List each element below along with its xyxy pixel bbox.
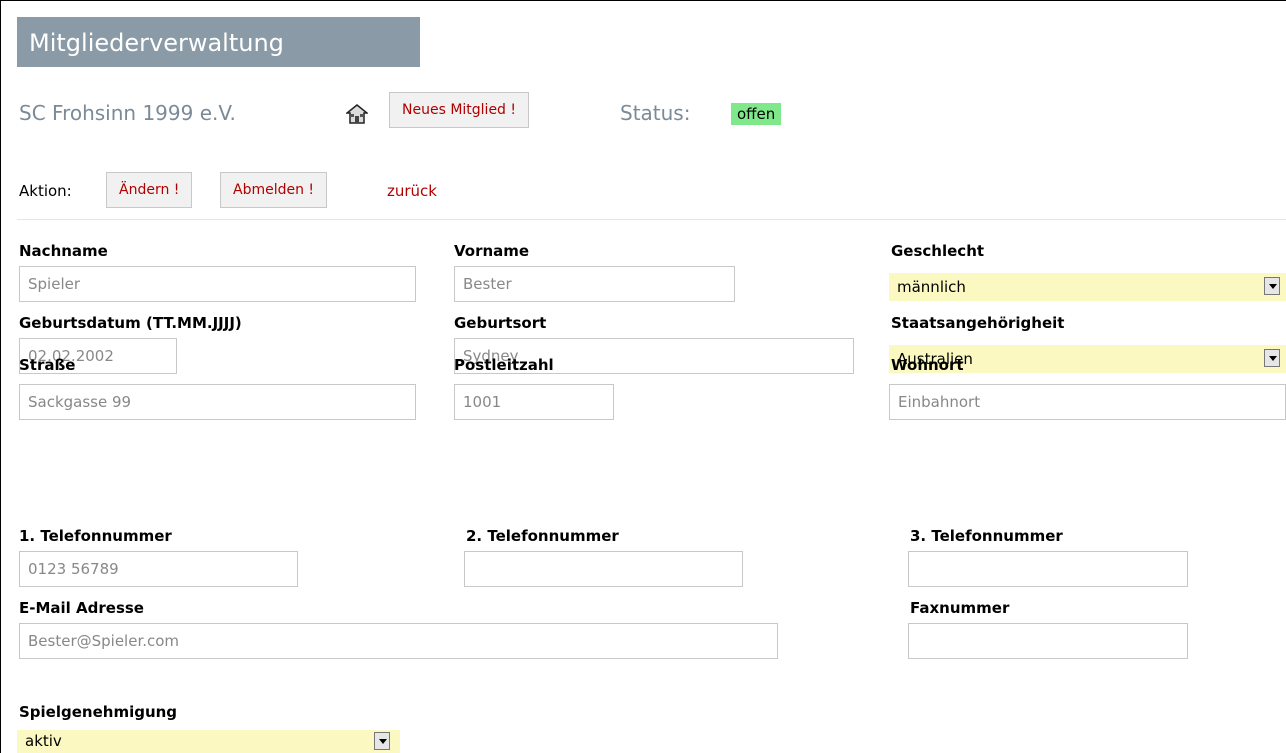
- vorname-input[interactable]: Bester: [454, 266, 735, 302]
- plz-input[interactable]: 1001: [454, 384, 614, 420]
- spielgenehmigung-select[interactable]: aktiv: [17, 730, 400, 753]
- strasse-input[interactable]: Sackgasse 99: [19, 384, 416, 420]
- geburtsort-label: Geburtsort: [454, 314, 547, 332]
- strasse-label: Straße: [19, 356, 76, 374]
- fax-input[interactable]: [908, 623, 1188, 659]
- status-badge: offen: [731, 103, 782, 125]
- geschlecht-value: männlich: [897, 278, 966, 296]
- spielgenehmigung-label: Spielgenehmigung: [19, 703, 178, 721]
- geschlecht-select[interactable]: männlich: [889, 273, 1286, 301]
- staatsangehoerigkeit-label: Staatsangehörigheit: [891, 314, 1065, 332]
- geburtsdatum-label: Geburtsdatum (TT.MM.JJJJ): [19, 314, 242, 332]
- chevron-down-icon[interactable]: [374, 732, 390, 750]
- vorname-label: Vorname: [454, 242, 530, 260]
- email-input[interactable]: Bester@Spieler.com: [19, 623, 778, 659]
- telefon2-input[interactable]: [464, 551, 743, 587]
- chevron-down-icon[interactable]: [1264, 349, 1280, 367]
- divider: [17, 219, 1286, 220]
- house-icon[interactable]: [346, 104, 368, 124]
- back-link[interactable]: zurück: [387, 182, 437, 200]
- nachname-input[interactable]: Spieler: [19, 266, 416, 302]
- new-member-button[interactable]: Neues Mitglied !: [389, 92, 530, 128]
- telefon3-label: 3. Telefonnummer: [910, 527, 1063, 545]
- page-title: Mitgliederverwaltung: [29, 29, 284, 57]
- action-label: Aktion:: [19, 182, 72, 200]
- wohnort-input[interactable]: Einbahnort: [889, 384, 1286, 420]
- nachname-label: Nachname: [19, 242, 108, 260]
- email-label: E-Mail Adresse: [19, 599, 144, 617]
- plz-label: Postleitzahl: [454, 356, 554, 374]
- telefon1-label: 1. Telefonnummer: [19, 527, 172, 545]
- spielgenehmigung-value: aktiv: [25, 732, 62, 750]
- telefon1-input[interactable]: 0123 56789: [19, 551, 298, 587]
- deregister-button[interactable]: Abmelden !: [220, 172, 328, 208]
- club-name: SC Frohsinn 1999 e.V.: [19, 101, 236, 125]
- fax-label: Faxnummer: [910, 599, 1010, 617]
- chevron-down-icon[interactable]: [1264, 277, 1280, 295]
- wohnort-label: Wohnort: [891, 356, 964, 374]
- geschlecht-label: Geschlecht: [891, 242, 985, 260]
- status-label: Status:: [620, 101, 691, 125]
- edit-button[interactable]: Ändern !: [106, 172, 193, 208]
- telefon3-input[interactable]: [908, 551, 1188, 587]
- app-header: Mitgliederverwaltung: [17, 17, 420, 67]
- telefon2-label: 2. Telefonnummer: [466, 527, 619, 545]
